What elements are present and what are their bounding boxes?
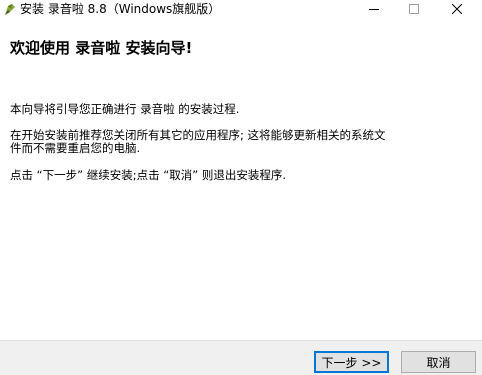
- next-button[interactable]: 下一步 >>: [314, 351, 389, 373]
- instruction-text: 点击 “下一步” 继续安装;点击 “取消” 则退出安装程序.: [10, 168, 286, 182]
- close-button[interactable]: [440, 0, 474, 18]
- title-bar: 安装 录音啦 8.8（Windows旗舰版）: [0, 0, 482, 18]
- recommendation-text: 在开始安装前推荐您关闭所有其它的应用程序; 这将能够更新相关的系统文 件而不需要…: [10, 129, 386, 155]
- window-title: 安装 录音啦 8.8（Windows旗舰版）: [20, 2, 221, 16]
- installer-app-icon: [5, 4, 15, 15]
- page-title: 欢迎使用 录音啦 安装向导!: [10, 39, 193, 57]
- cancel-button[interactable]: 取消: [401, 351, 476, 373]
- minimize-button[interactable]: [357, 0, 391, 18]
- maximize-icon: [409, 4, 419, 14]
- minimize-icon: [369, 9, 379, 10]
- recommendation-line-2: 件而不需要重启您的电脑.: [10, 141, 141, 155]
- intro-text: 本向导将引导您正确进行 录音啦 的安装过程.: [10, 102, 240, 116]
- maximize-button[interactable]: [397, 0, 431, 18]
- close-icon: [452, 4, 462, 14]
